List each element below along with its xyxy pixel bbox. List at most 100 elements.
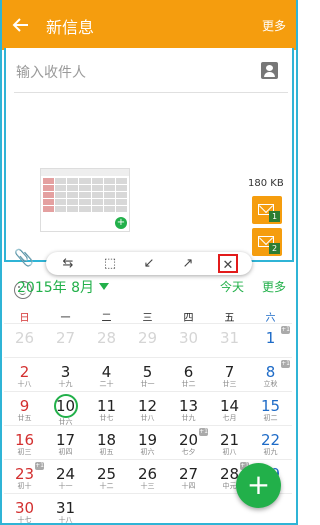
lunar-label: 初八 [222,448,237,456]
day-number: 27 [55,329,76,347]
calendar-day-cell[interactable]: 19 初六 [127,426,168,460]
thumbnail-cell [103,185,115,191]
day-number: 30 [178,329,199,347]
calendar-week-row: 16 初三 17 初四 18 初五 19 初六 20 七夕 +1 21 初八 22 初九 [4,425,292,459]
divider [14,92,288,93]
calendar-day-cell[interactable]: 22 初九 [250,426,291,460]
calendar-day-cell[interactable]: 30 [168,324,209,358]
calendar-day-cell[interactable]: 23 初十 +1 [4,460,45,494]
today-button[interactable]: 今天 [220,278,244,295]
thumbnail-cell [91,185,103,191]
calendar-day-cell[interactable]: 11 廿七 [86,392,127,426]
thumbnail-cell [79,178,91,184]
calendar-day-cell[interactable]: 6 廿二 [168,358,209,392]
calendar-day-cell[interactable]: 5 廿一 [127,358,168,392]
calendar-day-cell[interactable]: 26 十三 [127,460,168,494]
lunar-label: 廿八 [140,414,155,422]
calendar-day-cell[interactable]: 4 二十 [86,358,127,392]
recipient-input[interactable]: 输入收件人 [16,62,86,82]
calendar-day-cell[interactable]: 27 十四 [168,460,209,494]
send-sim2-button[interactable]: 2 [252,228,282,256]
calendar-week-row: 9 廿五 10 廿六 11 廿七 12 廿八 13 廿九 14 七月 15 初二 [4,391,292,426]
thumbnail-cell [91,192,103,198]
day-number: 29 [137,329,158,347]
shrink-icon[interactable]: ↙ [139,254,159,273]
weekday-header: 日 一 二 三 四 五 六 [4,309,292,324]
calendar-day-cell[interactable]: 13 廿九 [168,392,209,426]
weekday-mon: 一 [60,313,71,324]
contact-picker-icon[interactable] [261,62,278,79]
lunar-label: 十九 [58,380,73,388]
calendar-day-cell[interactable]: 21 初八 [209,426,250,460]
crop-icon[interactable]: ⬚ [100,254,120,273]
day-number: 24 [55,465,76,483]
lunar-label: 十八 [58,516,73,524]
calendar-day-cell[interactable]: 25 十二 [86,460,127,494]
thumbnail-cell [115,185,127,191]
calendar-day-cell[interactable]: 27 [45,324,86,358]
thumbnail-cell [43,199,55,205]
month-selector[interactable]: 2015年 8月 [17,277,109,297]
day-number: 25 [96,465,117,483]
day-number: 14 [219,397,240,415]
chevron-down-icon [99,283,109,290]
attachment-size: 180 KB [248,178,284,189]
thumbnail-cell [67,199,79,205]
calendar-day-cell[interactable]: 24 十一 [45,460,86,494]
calendar-day-cell[interactable]: 20 七夕 +1 [168,426,209,460]
more-button[interactable]: 更多 [262,17,286,34]
close-icon[interactable]: ✕ [218,254,238,273]
calendar-day-cell[interactable]: 14 七月 [209,392,250,426]
paperclip-icon[interactable]: 📎 [14,248,34,267]
calendar-day-cell[interactable]: 3 十九 [45,358,86,392]
calendar-day-cell[interactable]: 9 廿五 [4,392,45,426]
calendar-day-cell[interactable]: 10 廿六 [45,392,86,426]
day-number: 26 [137,465,158,483]
send-sim1-button[interactable]: 1 [252,196,282,224]
lunar-label: 十七 [17,516,32,524]
calendar-day-cell[interactable]: 28 [86,324,127,358]
rotate-icon[interactable]: ⇆ [58,254,78,273]
calendar-day-cell[interactable]: 18 初五 [86,426,127,460]
calendar-day-cell[interactable]: 30 十七 [4,494,45,525]
lunar-label: 二十 [99,380,114,388]
calendar-day-cell[interactable]: 1 +1 [250,324,291,358]
thumbnail-cell [67,192,79,198]
calendar-day-cell[interactable]: 17 初四 [45,426,86,460]
lunar-label: 廿七 [99,414,114,422]
calendar-day-cell[interactable]: 16 初三 [4,426,45,460]
back-arrow-icon[interactable] [10,14,32,36]
calendar-day-cell[interactable]: 31 十八 [45,494,86,525]
lunar-label: 初二 [263,414,278,422]
thumbnail-cell [115,206,127,212]
thumbnail-cell [43,206,55,212]
calendar-day-cell[interactable]: 26 [4,324,45,358]
compose-panel: 输入收件人 + 180 KB 1 2 📎 [4,48,294,299]
add-event-button[interactable]: + [236,463,281,508]
lunar-label: 初十 [17,482,32,490]
calendar-day-cell[interactable]: 15 初二 [250,392,291,426]
expand-icon[interactable]: ↗ [178,254,198,273]
thumbnail-cell [43,192,55,198]
calendar-more-button[interactable]: 更多 [262,278,286,295]
calendar-day-cell[interactable]: 29 [127,324,168,358]
day-number: 9 [19,397,30,415]
day-number: 13 [178,397,199,415]
calendar-day-cell[interactable]: 12 廿八 [127,392,168,426]
calendar-day-cell[interactable]: 7 廿三 [209,358,250,392]
lunar-label: 廿二 [181,380,196,388]
lunar-label: 廿五 [17,414,32,422]
day-number: 28 [96,329,117,347]
day-number: 4 [101,363,112,381]
calendar-empty-cell [168,494,209,525]
attachment-thumbnail[interactable]: + [40,168,130,232]
day-number: 2 [19,363,30,381]
calendar-day-cell[interactable]: 8 立秋 +1 [250,358,291,392]
day-number: 6 [183,363,194,381]
day-number: 27 [178,465,199,483]
calendar-day-cell[interactable]: 2 十八 [4,358,45,392]
calendar-day-cell[interactable]: 31 [209,324,250,358]
more-events-badge: +1 [281,360,290,368]
lunar-label: 初三 [17,448,32,456]
lunar-label: 七夕 [181,448,196,456]
